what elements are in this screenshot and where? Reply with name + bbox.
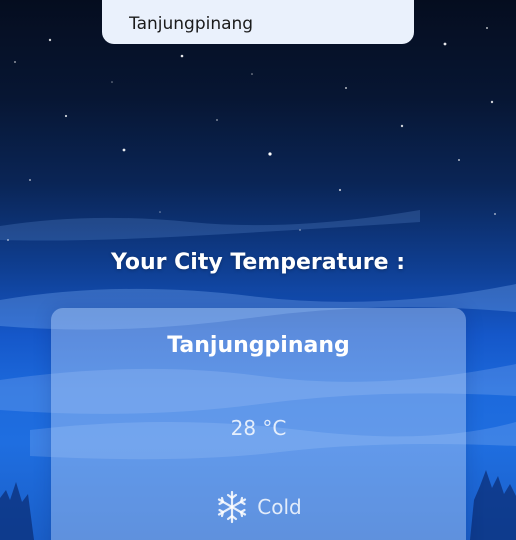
temperature-readout: 28 °C <box>51 415 466 441</box>
city-name: Tanjungpinang <box>167 333 350 358</box>
temperature-value: 28 <box>230 416 257 440</box>
weather-app-screen: Your City Temperature : Tanjungpinang 28… <box>0 0 516 540</box>
temperature-unit: °C <box>262 416 287 440</box>
page-heading: Your City Temperature : <box>110 250 406 275</box>
city-search-box[interactable] <box>102 0 414 44</box>
city-search-input[interactable] <box>129 14 389 34</box>
snowflake-icon <box>218 490 247 524</box>
weather-condition: Cold <box>51 490 466 524</box>
condition-label: Cold <box>257 495 302 519</box>
weather-card: Tanjungpinang 28 °C Cold <box>51 308 466 540</box>
